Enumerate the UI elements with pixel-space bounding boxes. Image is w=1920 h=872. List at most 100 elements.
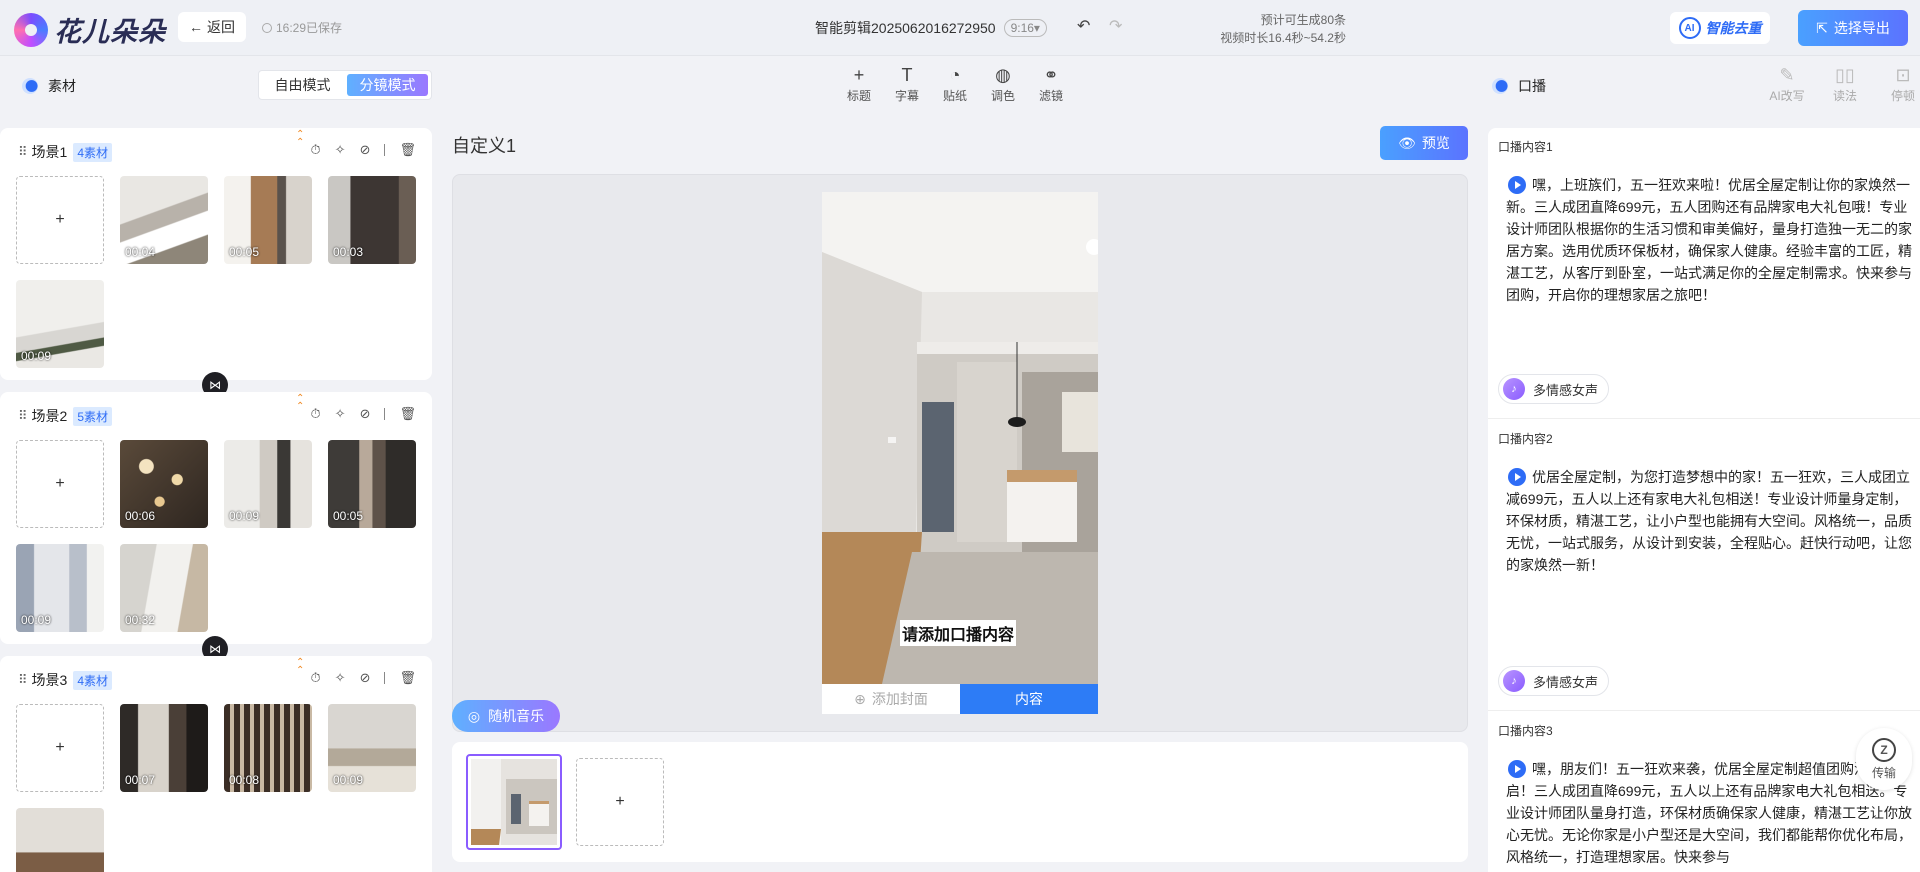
pause-button[interactable]: ⊡ 停顿: [1884, 66, 1920, 104]
read-icon: ▯▯: [1835, 65, 1855, 85]
export-button[interactable]: ⇱ 选择导出: [1798, 10, 1908, 46]
tool-label: 停顿: [1890, 89, 1915, 103]
mute-icon[interactable]: ⊘: [360, 406, 371, 422]
ai-dedupe-button[interactable]: AI 智能去重: [1670, 12, 1770, 44]
drag-handle-icon[interactable]: ⠿: [18, 408, 27, 424]
redo-icon[interactable]: ↷: [1109, 16, 1122, 36]
transfer-icon: Z: [1872, 737, 1896, 762]
add-clip-button[interactable]: +: [16, 176, 104, 264]
voiceover-text[interactable]: 优居全屋定制，为您打造梦想中的家！五一狂欢，三人成团立减699元，五人以上还有家…: [1506, 466, 1916, 576]
voice-selector[interactable]: ♪ 多情感女声: [1498, 374, 1610, 404]
upload-button[interactable]: Z 传输: [1856, 728, 1912, 790]
clip-thumbnail[interactable]: 00:08: [224, 704, 312, 792]
voiceover-text[interactable]: 嘿，上班族们，五一狂欢来啦！优居全屋定制让你的家焕然一新。三人成团直降699元，…: [1506, 174, 1916, 306]
add-clip-button[interactable]: +: [16, 440, 104, 528]
trash-icon[interactable]: 🗑: [399, 142, 416, 158]
voice-label: 多情感女声: [1533, 382, 1599, 398]
arrow-left-icon: ←: [189, 19, 203, 35]
pause-icon: ⊡: [1895, 65, 1911, 85]
filter-icon: ⚭: [1043, 65, 1059, 85]
read-method-button[interactable]: ▯▯ 读法: [1826, 66, 1864, 104]
scene-name: 场景2: [31, 408, 68, 424]
scene-header: ⠿ 场景1 4素材: [18, 142, 113, 162]
ratio-select[interactable]: 9:16▾: [1003, 19, 1047, 37]
drag-handle-icon[interactable]: ⠿: [18, 144, 27, 160]
ai-rewrite-button[interactable]: ✎ AI改写: [1768, 66, 1806, 104]
estimate-info: 预计可生成80条 视频时长16.4秒~54.2秒: [1220, 11, 1346, 47]
scene-actions: ⏱ ✧ ⊘ 🗑: [311, 406, 416, 422]
chevron-up-icon[interactable]: ⌃ ⌃: [296, 130, 304, 148]
voiceover-tools: ✎ AI改写 ▯▯ 读法 ⊡ 停顿: [1768, 66, 1920, 104]
clip-thumbnail[interactable]: 00:05: [328, 440, 416, 528]
chevron-up-icon[interactable]: ⌃ ⌃: [296, 394, 304, 412]
clip-duration: 00:04: [125, 245, 156, 259]
preview-label: 预览: [1421, 135, 1450, 151]
scene-card: ⠿ 场景1 4素材 ⌃ ⌃ ⏱ ✧ ⊘ 🗑 + 00:04 00:05 00:03…: [0, 128, 432, 380]
mute-icon[interactable]: ⊘: [360, 670, 371, 686]
video-preview[interactable]: [822, 192, 1098, 684]
clip-thumbnail[interactable]: 00:09: [224, 440, 312, 528]
clip-thumbnail[interactable]: 00:07: [120, 704, 208, 792]
tool-sticker[interactable]: ◔ 贴纸: [941, 66, 969, 104]
clip-thumbnail[interactable]: 00:06: [120, 440, 208, 528]
text-icon: T: [901, 65, 913, 85]
timer-icon[interactable]: ⏱: [311, 670, 321, 686]
scene-name: 场景1: [31, 144, 68, 160]
clip-thumbnail[interactable]: 00:05: [224, 176, 312, 264]
scene-header: ⠿ 场景3 4素材: [18, 670, 113, 690]
add-clip-button[interactable]: +: [16, 704, 104, 792]
voice-icon: ♪: [1503, 378, 1525, 400]
subtitle-caption[interactable]: 请添加口播内容: [900, 620, 1017, 646]
tool-color[interactable]: ◍ 调色: [989, 66, 1017, 104]
tool-title[interactable]: + 标题: [845, 66, 873, 104]
timer-icon[interactable]: ⏱: [311, 142, 321, 158]
scene-header: ⠿ 场景2 5素材: [18, 406, 113, 426]
tool-subtitle[interactable]: T 字幕: [893, 66, 921, 104]
trash-icon[interactable]: 🗑: [399, 670, 416, 686]
timer-icon[interactable]: ⏱: [311, 406, 321, 422]
voice-selector[interactable]: ♪ 多情感女声: [1498, 666, 1610, 696]
free-mode-tab[interactable]: 自由模式: [262, 74, 343, 96]
add-cover-button[interactable]: ⊕ 添加封面: [822, 684, 960, 714]
chevron-up-icon[interactable]: ⌃ ⌃: [296, 658, 304, 676]
drag-handle-icon[interactable]: ⠿: [18, 672, 27, 688]
clip-thumbnail[interactable]: 00:09: [16, 544, 104, 632]
clip-thumbnail[interactable]: 00:09: [328, 704, 416, 792]
upload-label: 传输: [1871, 765, 1896, 780]
trash-icon[interactable]: 🗑: [399, 406, 416, 422]
magic-icon[interactable]: ✧: [335, 670, 346, 686]
clip-thumbnail[interactable]: 00:03: [328, 176, 416, 264]
magic-icon[interactable]: ✧: [335, 142, 346, 158]
clip-thumbnail[interactable]: 00:04: [120, 176, 208, 264]
estimate-count: 预计可生成80条: [1260, 13, 1346, 27]
scene-card: ⠿ 场景2 5素材 ⌃ ⌃ ⏱ ✧ ⊘ 🗑 + 00:06 00:09 00:05…: [0, 392, 432, 644]
clip-duration: 00:09: [229, 509, 260, 523]
eye-icon: 👁: [1398, 134, 1416, 151]
preview-tabs: ⊕ 添加封面 内容: [822, 684, 1098, 714]
add-storyboard-button[interactable]: +: [576, 758, 664, 846]
materials-header: 素材: [22, 76, 76, 96]
content-tab[interactable]: 内容: [960, 684, 1098, 714]
magic-icon[interactable]: ✧: [335, 406, 346, 422]
project-name[interactable]: 智能剪辑2025062016272950: [815, 18, 996, 38]
voiceover-label: 口播: [1518, 78, 1546, 94]
back-button[interactable]: ← 返回: [178, 12, 246, 42]
edit-tools: + 标题 T 字幕 ◔ 贴纸 ◍ 调色 ⚭ 滤镜: [845, 66, 1065, 104]
ai-icon: AI: [1678, 17, 1701, 39]
clip-thumbnail[interactable]: 00:09: [16, 280, 104, 368]
mute-icon[interactable]: ⊘: [360, 142, 371, 158]
undo-icon[interactable]: ↶: [1077, 16, 1090, 36]
add-cover-label: 添加封面: [871, 691, 928, 707]
materials-label: 素材: [48, 78, 76, 94]
clip-thumbnail[interactable]: [16, 808, 104, 872]
preview-button[interactable]: 👁 预览: [1380, 126, 1468, 160]
storyboard-frame-selected[interactable]: [466, 754, 562, 850]
voiceover-title: 口播内容2: [1498, 432, 1553, 446]
clip-thumbnail[interactable]: 00:32: [120, 544, 208, 632]
storyboard-title[interactable]: 自定义1: [452, 132, 516, 158]
voiceover-text[interactable]: 嘿，朋友们！五一狂欢来袭，优居全屋定制超值团购活动开启！三人成团直降699元，五…: [1506, 758, 1916, 868]
clip-duration: 00:09: [21, 613, 52, 627]
tool-filter[interactable]: ⚭ 滤镜: [1037, 66, 1065, 104]
storyboard-mode-tab[interactable]: 分镜模式: [347, 74, 428, 96]
random-music-button[interactable]: ◎ 随机音乐: [452, 700, 560, 732]
